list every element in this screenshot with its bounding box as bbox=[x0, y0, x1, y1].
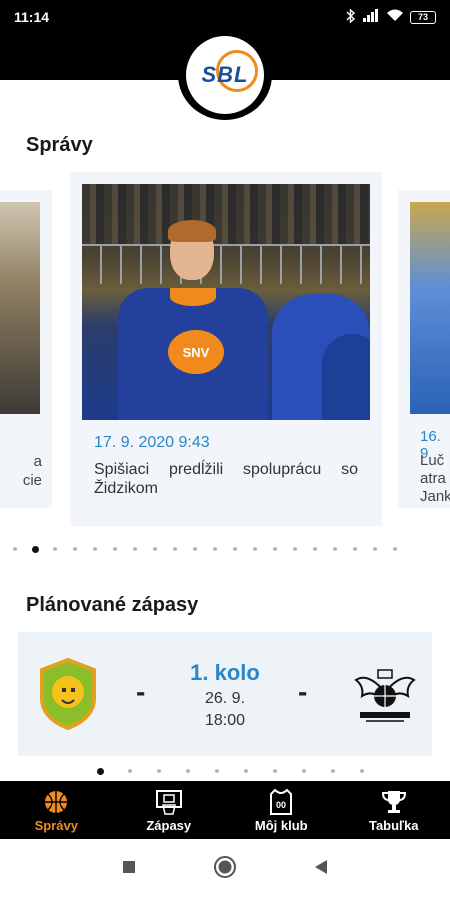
nav-item-zapasy[interactable]: Zápasy bbox=[113, 781, 226, 839]
home-button[interactable] bbox=[213, 855, 237, 884]
news-card-prev[interactable]: a cie bbox=[0, 190, 52, 508]
logo-text: SBL bbox=[201, 62, 249, 87]
pager-dot[interactable] bbox=[115, 767, 144, 775]
pager-dot[interactable] bbox=[86, 767, 115, 775]
pager-dot[interactable] bbox=[125, 545, 145, 553]
pager-dot[interactable] bbox=[144, 767, 173, 775]
pager-dot[interactable] bbox=[325, 545, 345, 553]
news-card-next[interactable]: 16. 9 Luč atra Jank ihris bbox=[398, 190, 450, 508]
news-pager[interactable] bbox=[5, 545, 405, 553]
news-date: 17. 9. 2020 9:43 bbox=[94, 434, 210, 451]
pager-dot[interactable] bbox=[305, 545, 325, 553]
player-jersey: SNV bbox=[118, 288, 268, 420]
bottom-nav: Správy Zápasy 00 Môj klub Tabuľka bbox=[0, 781, 450, 839]
away-score: - bbox=[298, 676, 308, 707]
news-photo: SNV bbox=[82, 184, 370, 420]
matches-section-title: Plánované zápasy bbox=[26, 594, 199, 616]
pager-dot[interactable] bbox=[318, 767, 347, 775]
pager-dot[interactable] bbox=[345, 545, 365, 553]
pager-dot[interactable] bbox=[205, 545, 225, 553]
pager-dot[interactable] bbox=[385, 545, 405, 553]
pager-dot[interactable] bbox=[5, 545, 25, 553]
pager-dot[interactable] bbox=[245, 545, 265, 553]
trophy-icon bbox=[380, 788, 408, 816]
pager-dot[interactable] bbox=[173, 767, 202, 775]
system-nav-bar bbox=[0, 839, 450, 900]
sbl-logo[interactable]: SBL bbox=[178, 30, 272, 120]
nav-label: Môj klub bbox=[254, 817, 308, 833]
news-headline: Spišiaci predĺžili spoluprácu so Židziko… bbox=[94, 461, 358, 497]
jersey-logo: SNV bbox=[168, 330, 224, 374]
news-card-current[interactable]: SNV 17. 9. 2020 9:43 Spišiaci predĺžili … bbox=[70, 172, 382, 526]
pager-dot[interactable] bbox=[347, 767, 376, 775]
recents-button[interactable] bbox=[121, 859, 137, 880]
wings-basketball-logo bbox=[350, 662, 420, 726]
signal-icon bbox=[362, 9, 380, 25]
photo-teammate bbox=[322, 334, 370, 420]
pager-dot[interactable] bbox=[260, 767, 289, 775]
pager-dot[interactable] bbox=[105, 545, 125, 553]
wifi-icon bbox=[386, 9, 404, 25]
pager-dot[interactable] bbox=[85, 545, 105, 553]
pager-dot[interactable] bbox=[202, 767, 231, 775]
pager-dot[interactable] bbox=[165, 545, 185, 553]
photo-railing bbox=[82, 244, 370, 284]
nav-label: Správy bbox=[34, 817, 78, 833]
nav-label: Tabuľka bbox=[368, 817, 419, 833]
pager-dot[interactable] bbox=[289, 767, 318, 775]
pager-dot[interactable] bbox=[25, 545, 45, 553]
nav-label: Zápasy bbox=[146, 817, 192, 833]
news-photo bbox=[0, 202, 40, 414]
status-bar: 11:14 73 bbox=[0, 0, 450, 34]
nav-item-moj-klub[interactable]: 00 Môj klub bbox=[225, 781, 338, 839]
pager-dot[interactable] bbox=[225, 545, 245, 553]
pager-dot[interactable] bbox=[285, 545, 305, 553]
nav-item-spravy[interactable]: Správy bbox=[0, 781, 113, 839]
news-section-title: Správy bbox=[26, 134, 93, 156]
bluetooth-icon bbox=[346, 7, 356, 26]
matches-pager[interactable] bbox=[86, 767, 376, 775]
news-headline: a cie bbox=[22, 453, 42, 489]
jersey-icon: 00 bbox=[269, 788, 293, 816]
pager-dot[interactable] bbox=[365, 545, 385, 553]
hoop-icon bbox=[155, 788, 183, 816]
battery-icon: 73 bbox=[410, 10, 436, 24]
pager-dot[interactable] bbox=[145, 545, 165, 553]
pager-dot[interactable] bbox=[265, 545, 285, 553]
pager-dot[interactable] bbox=[45, 545, 65, 553]
match-card[interactable]: - 1. kolo 26. 9. 18:00 - bbox=[18, 632, 432, 756]
status-icons: 73 bbox=[346, 7, 436, 26]
pager-dot[interactable] bbox=[65, 545, 85, 553]
player-hair bbox=[168, 220, 216, 242]
photo-crowd bbox=[82, 184, 370, 244]
nav-item-tabulka[interactable]: Tabuľka bbox=[338, 781, 450, 839]
svg-text:00: 00 bbox=[276, 800, 286, 810]
basketball-icon bbox=[43, 788, 69, 816]
clock: 11:14 bbox=[14, 9, 50, 25]
pager-dot[interactable] bbox=[231, 767, 260, 775]
news-photo bbox=[410, 202, 450, 414]
pager-dot[interactable] bbox=[185, 545, 205, 553]
back-button[interactable] bbox=[313, 859, 329, 880]
logo-badge: SBL bbox=[186, 36, 264, 114]
news-headline: Luč atra Jank ihris bbox=[420, 452, 450, 508]
